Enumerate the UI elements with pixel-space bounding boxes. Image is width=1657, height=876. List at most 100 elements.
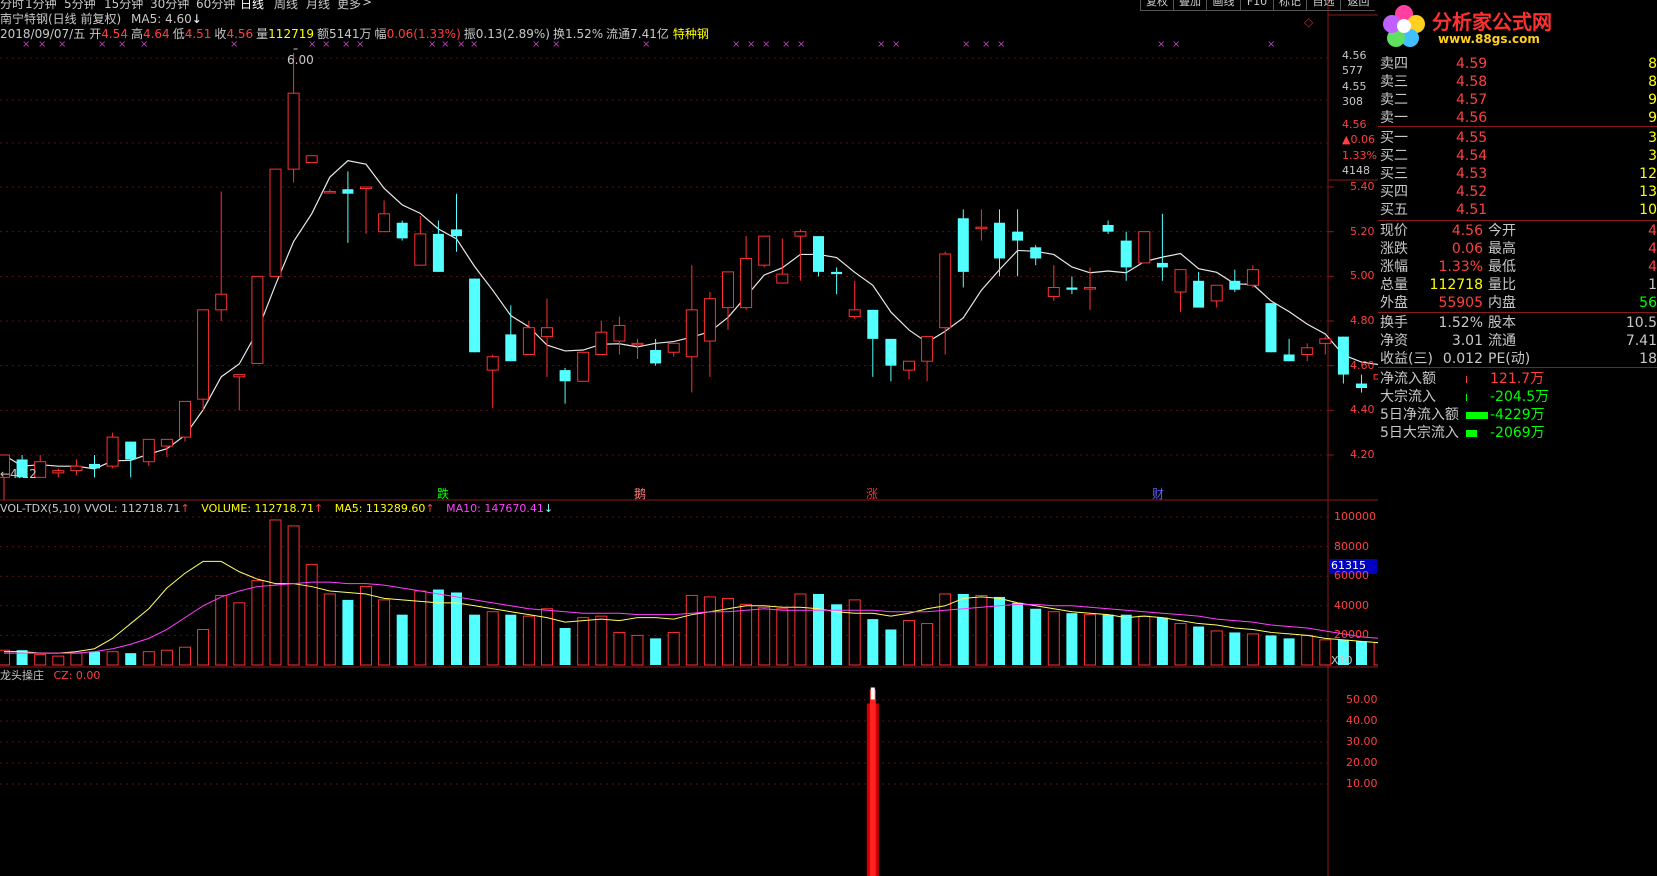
buy-vol-4: 10 (1639, 202, 1657, 218)
vol-bar-39 (703, 596, 716, 666)
vol-bar-13 (233, 602, 246, 666)
candle-body-57 (1030, 247, 1042, 259)
stat-l2-1: 最高 (1488, 241, 1516, 257)
vol-bar-46 (831, 604, 843, 665)
vol-multiplier: X10 (1331, 654, 1353, 667)
stat2-l2-2: PE(动) (1488, 351, 1531, 367)
stat2-l1-2: 收益(三) (1380, 351, 1433, 367)
vol-ma5-value: MA5: 113289.60 (334, 502, 426, 515)
sell-vol-1: 8 (1648, 74, 1657, 90)
vol-bar-29 (522, 615, 535, 666)
stat2-v1-0: 1.52% (1438, 315, 1483, 331)
candle-body-48 (867, 309, 879, 339)
price-tick-6: 4.20 (1350, 448, 1375, 461)
candle-body-59 (1066, 287, 1078, 290)
candle-body-8 (142, 438, 155, 463)
vol-bar-42 (758, 606, 771, 666)
purple-marker-28: × (1157, 39, 1165, 50)
candle-body-38 (685, 309, 698, 358)
vol-bar-73 (1319, 639, 1332, 666)
price-tick-1: 5.20 (1350, 224, 1375, 238)
price-tick-2: 5.00 (1350, 269, 1375, 283)
price-info-0: 4.56 (1342, 49, 1367, 62)
ma5-arrow: ↓ (191, 12, 202, 26)
ind-tick-4: 10.00 (1346, 777, 1378, 790)
vol-bar-28 (505, 614, 517, 665)
candle-body-5 (89, 463, 100, 469)
vol-bar-22 (396, 614, 408, 665)
chart-title: 南宁特钢(日线 前复权) MA5: 4.60↓ (0, 12, 202, 26)
quote-value-7: 0.13(2.89%) (475, 27, 550, 41)
concept-tag[interactable]: 特种钢 (673, 27, 709, 41)
candle-body-31 (559, 370, 571, 382)
stat-v2-2: 4 (1648, 259, 1657, 275)
price-info-5: ▲0.06 (1342, 133, 1375, 146)
candle-body-13 (233, 374, 246, 378)
vol-bar-54 (975, 594, 988, 666)
candle-body-24 (432, 233, 444, 272)
sell-label-3: 卖一 (1380, 110, 1408, 126)
quote-label-7: 振 (463, 27, 476, 41)
candle-body-14 (251, 275, 264, 364)
vol-bar-7 (125, 653, 137, 665)
buy-label-4: 买五 (1380, 202, 1408, 218)
vol-bar-36 (650, 638, 662, 665)
stat-v2-4: 56 (1639, 295, 1657, 311)
quote-label-4: 量 (256, 27, 269, 41)
candle-body-10 (179, 400, 191, 438)
vol-bar-8 (142, 651, 155, 666)
event-marker-0[interactable]: 跌 (437, 487, 449, 501)
stat2-row-1: 净资 3.01 流通 7.41 (1378, 331, 1657, 351)
candle-body-64 (1156, 262, 1168, 268)
candle-body-61 (1102, 224, 1114, 232)
vol-bar-61 (1102, 614, 1114, 665)
event-marker-1[interactable]: 鹅 (634, 487, 646, 501)
logo: 分析家公式网 www.88gs.com (1378, 0, 1657, 50)
ind-tick-0: 50.00 (1346, 693, 1378, 706)
vol-bar-21 (378, 599, 391, 666)
vol-bar-26 (469, 614, 481, 665)
stat-l2-0: 今开 (1488, 223, 1516, 239)
candle-body-30 (541, 327, 553, 338)
vol-bar-19 (342, 599, 354, 665)
sell-price-2: 4.57 (1456, 92, 1488, 108)
buy-vol-0: 3 (1648, 130, 1657, 146)
indicator-name: 龙头操庄 (0, 669, 44, 682)
vvol-arrow: ↑ (180, 502, 190, 515)
candle-body-34 (613, 324, 626, 342)
quote-label-0: 开 (89, 27, 102, 41)
indicator-header: 龙头操庄 CZ: 0.00 (0, 669, 100, 683)
ind-tick-3: 20.00 (1346, 756, 1378, 769)
candle-body-62 (1120, 240, 1132, 268)
quote-value-3: 4.56 (226, 27, 254, 41)
volume-header: VOL-TDX(5,10) VVOL: 112718.71↑ VOLUME: 1… (0, 502, 553, 516)
stat-v1-3: 112718 (1429, 277, 1483, 293)
candle-body-44 (794, 231, 807, 237)
event-marker-3[interactable]: 财 (1152, 487, 1164, 501)
candle-body-11 (197, 309, 210, 400)
vol-bar-64 (1156, 617, 1168, 665)
ind-tick-1: 40.00 (1346, 714, 1378, 727)
buy-price-1: 4.54 (1456, 148, 1488, 164)
vol-bar-3 (52, 655, 65, 666)
purple-marker-24: × (892, 39, 900, 50)
candle-body-6 (106, 436, 119, 467)
stat-v1-0: 4.56 (1451, 223, 1483, 239)
quote-value-1: 4.64 (142, 27, 170, 41)
vol-bar-71 (1283, 638, 1295, 665)
candle-body-7 (125, 441, 137, 460)
purple-marker-30: × (1267, 39, 1275, 50)
sell-row-1: 卖三 4.58 8 (1378, 72, 1657, 92)
buy-vol-1: 3 (1648, 148, 1657, 164)
vol-bar-51 (921, 623, 934, 666)
vol-bar-43 (776, 608, 789, 666)
candle-body-73 (1319, 338, 1332, 344)
candle-body-51 (921, 336, 934, 362)
low-annotation: ←4.12 (0, 467, 37, 481)
vol-tick-4: 20000 (1334, 628, 1369, 642)
indicator-bar-core (869, 689, 876, 876)
candle-body-39 (703, 298, 716, 342)
separator (1378, 126, 1657, 127)
event-marker-2[interactable]: 涨 (866, 487, 878, 501)
sell-price-1: 4.58 (1456, 74, 1488, 90)
